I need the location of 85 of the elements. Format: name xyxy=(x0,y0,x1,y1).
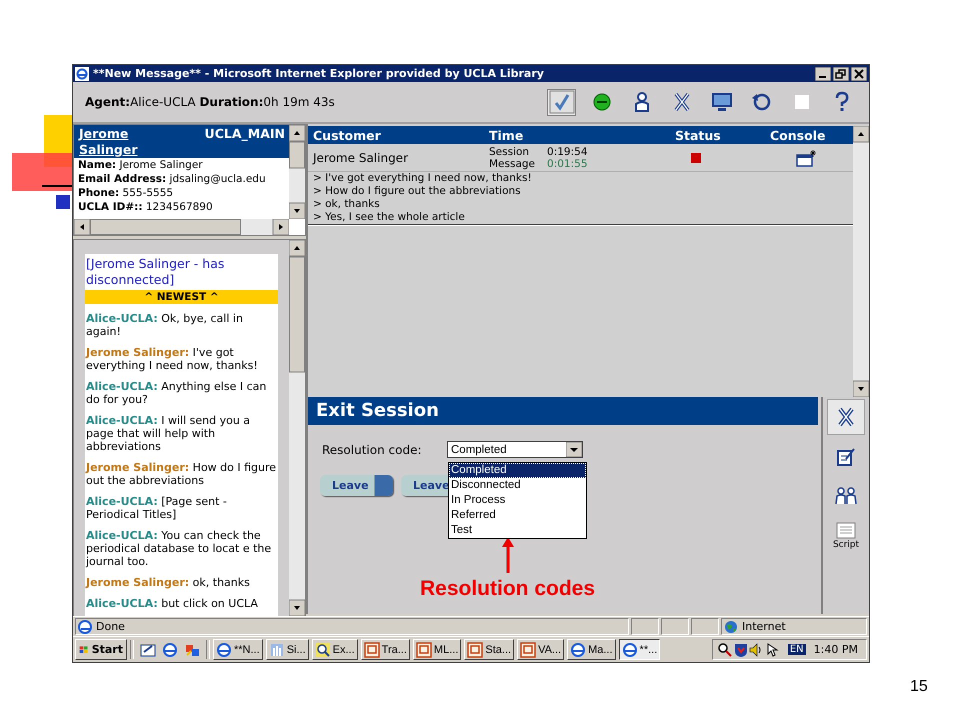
status-pane xyxy=(631,618,659,635)
check-button[interactable] xyxy=(548,90,575,114)
window-title: **New Message** - Microsoft Internet Explorer provided by UCLA Library xyxy=(93,67,545,80)
slides-icon xyxy=(416,642,432,658)
browser-icon[interactable] xyxy=(162,642,178,658)
page-icon xyxy=(78,620,92,634)
customer-field: UCLA ID#:: 1234567890 xyxy=(74,200,289,214)
chat-message: Alice-UCLA: Anything else I can do for you? xyxy=(85,379,268,408)
session-time: 0:19:54 xyxy=(547,146,588,158)
time-label: Session xyxy=(489,146,530,158)
search-icon xyxy=(314,642,331,658)
dropdown-option[interactable]: Referred xyxy=(449,508,586,523)
customer-name-link[interactable]: Jerome Salinger xyxy=(79,126,149,158)
zone-text: Internet xyxy=(742,620,786,633)
minimize-icon[interactable] xyxy=(815,66,831,80)
console-icon[interactable] xyxy=(796,148,818,166)
chat-message: Alice-UCLA: but click on UCLA xyxy=(85,596,259,612)
queue-name: UCLA_MAIN xyxy=(204,126,285,143)
slides-icon xyxy=(364,642,380,658)
chat-message: Jerome Salinger: I've got everything I need now, thanks! xyxy=(85,345,259,374)
customer-field: Phone: 555-5555 xyxy=(74,186,289,200)
message-time: 0:01:55 xyxy=(547,158,588,170)
resolution-dropdown[interactable]: Completed xyxy=(447,441,583,458)
annotation-label: Resolution codes xyxy=(420,577,596,601)
taskbar-button[interactable]: **N... xyxy=(213,639,263,660)
check-icon xyxy=(548,90,574,114)
globe-icon xyxy=(724,620,738,634)
chat-message: Jerome Salinger: How do I figure out the abbreviations xyxy=(85,460,278,489)
page-number: 15 xyxy=(910,678,928,696)
customer-field: Name: Jerome Salinger xyxy=(74,158,289,172)
browser-icon xyxy=(570,642,586,658)
newest-marker: ^ NEWEST ^ xyxy=(85,290,278,304)
chat-message: Alice-UCLA: Ok, bye, call in again! xyxy=(85,311,244,340)
close-button[interactable] xyxy=(828,400,864,434)
customer-field: Email Address: jdsaling@ucla.edu xyxy=(74,172,289,186)
transcript-line: > How do I figure out the abbreviations xyxy=(313,185,522,198)
time-label: Message xyxy=(489,158,536,170)
column-header: Status xyxy=(675,128,722,142)
column-header: Customer xyxy=(313,128,382,142)
transcript-line: > ok, thanks xyxy=(313,198,381,211)
column-header: Time xyxy=(489,128,524,142)
transcript-line: > Yes, I see the whole article xyxy=(313,211,466,224)
dropdown-arrow-icon xyxy=(566,442,582,457)
browser-icon xyxy=(216,642,232,658)
disconnect-notice: [Jerome Salinger - has disconnected] xyxy=(85,255,226,289)
close-icon[interactable] xyxy=(851,66,867,80)
taskbar-button[interactable]: Ma... xyxy=(567,639,616,660)
chat-message: Alice-UCLA: [Page sent - Periodical Titles] xyxy=(85,494,228,523)
transcript-line: > I've got everything I need now, thanks! xyxy=(313,172,533,185)
taskbar-button[interactable]: Ex... xyxy=(312,639,358,660)
shield-icon xyxy=(734,642,748,658)
desktop-icon[interactable] xyxy=(140,642,156,658)
chat-message: Jerome Salinger: ok, thanks xyxy=(85,575,251,591)
taskbar-button[interactable]: Sta... xyxy=(464,639,514,660)
status-pane xyxy=(691,618,719,635)
taskbar-button[interactable]: **... xyxy=(618,639,660,660)
language-indicator[interactable]: EN xyxy=(788,644,806,655)
column-header: Console xyxy=(770,128,826,142)
annotation-arrow xyxy=(502,537,514,573)
customer-name: Jerome Salinger xyxy=(313,150,409,164)
slides-icon xyxy=(467,642,484,658)
status-text: Done xyxy=(96,620,125,633)
field-label: Resolution code: xyxy=(322,442,422,456)
browser-icon xyxy=(622,642,638,658)
taskbar-button[interactable]: VA... xyxy=(517,639,564,660)
slides-icon xyxy=(520,642,536,658)
dropdown-option[interactable]: In Process xyxy=(449,493,586,508)
dropdown-option[interactable]: Completed xyxy=(449,463,586,478)
taskbar-button[interactable]: ML... xyxy=(412,639,462,660)
start-button[interactable]: Start xyxy=(75,639,127,660)
chat-message: Alice-UCLA: You can check the periodical database to locat e the journal too. xyxy=(85,528,272,570)
dropdown-option[interactable]: Test xyxy=(449,523,586,538)
agent-info: Agent:Alice-UCLA Duration:0h 19m 43s xyxy=(85,95,336,109)
restore-icon[interactable] xyxy=(833,66,849,80)
chat-message: Alice-UCLA: I will send you a page that will help with abbreviations xyxy=(85,413,252,455)
script-button[interactable]: Script xyxy=(828,520,864,550)
speaker-icon xyxy=(748,642,763,658)
browser-icon xyxy=(75,66,89,80)
clock: 1:40 PM xyxy=(814,643,858,656)
status-pane xyxy=(661,618,689,635)
taskbar-button[interactable]: Si... xyxy=(266,639,309,660)
leave-button[interactable]: Leave xyxy=(320,475,393,496)
magnifier-icon xyxy=(716,642,733,658)
panel-title: Exit Session xyxy=(308,397,818,425)
taskbar-button[interactable]: Tra... xyxy=(360,639,410,660)
